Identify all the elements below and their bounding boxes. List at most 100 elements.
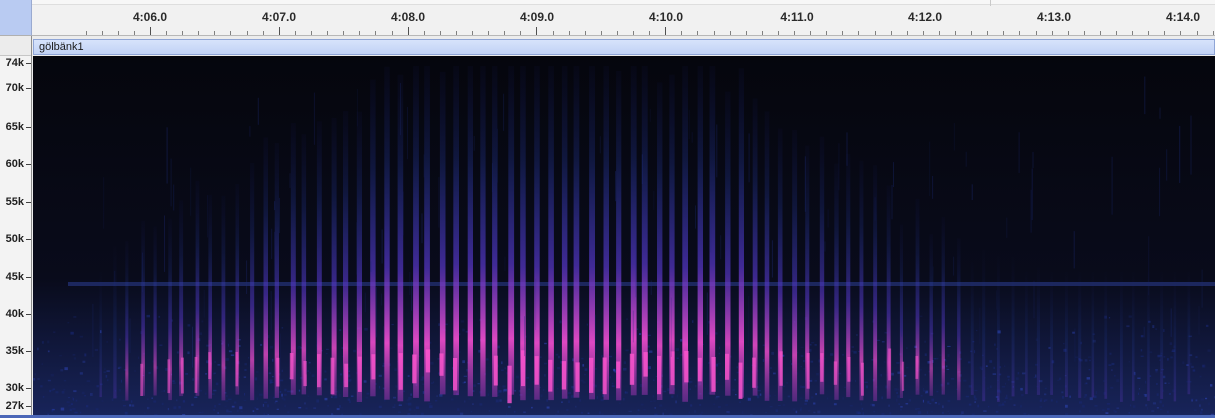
spectrogram-noise-speck xyxy=(1017,372,1020,375)
spectrogram-noise-speck xyxy=(281,369,283,373)
spectrogram-noise-speck xyxy=(1105,412,1109,414)
timeline-ruler[interactable]: 4:06.0 4:07.0 4:08.0 4:09.0 4:10.0 4:11.… xyxy=(32,0,1215,36)
spectrogram-noise-speck xyxy=(1162,375,1166,379)
spectrogram-noise-speck xyxy=(1156,407,1159,409)
spectrogram-noise-speck xyxy=(897,395,900,398)
spectrogram-noise-speck xyxy=(568,391,572,394)
spectrogram-noise-speck xyxy=(881,396,883,400)
spectrogram-noise-speck xyxy=(734,379,736,381)
spectrogram-noise-speck xyxy=(717,363,721,365)
spectrogram-noise-speck xyxy=(1151,410,1155,412)
spectrogram-noise-speck xyxy=(800,385,802,389)
spectrogram-noise-speck xyxy=(47,340,50,344)
ruler-minor-tick xyxy=(778,31,779,35)
spectrogram-noise-speck xyxy=(625,318,629,321)
spectrogram-noise-speck xyxy=(1155,328,1157,330)
spectrogram-faint-vertical-noise xyxy=(170,158,172,207)
spectrogram-faint-vertical-noise xyxy=(411,280,413,311)
spectrogram-view[interactable] xyxy=(33,56,1215,415)
spectrogram-noise-speck xyxy=(652,395,654,398)
timeline-tick-label-1: 4:06.0 xyxy=(132,10,168,24)
spectrogram-noise-speck xyxy=(217,411,219,414)
spectrogram-noise-speck xyxy=(333,396,335,399)
bat-call-trace xyxy=(1091,271,1095,398)
ruler-minor-tick xyxy=(118,31,119,35)
spectrogram-noise-speck xyxy=(406,399,410,402)
spectrogram-noise-speck xyxy=(664,409,667,411)
bat-call-peak xyxy=(711,357,716,392)
spectrogram-faint-vertical-noise xyxy=(305,334,307,375)
spectrogram-noise-speck xyxy=(172,380,175,382)
spectrogram-noise-speck xyxy=(502,385,506,388)
spectrogram-faint-vertical-noise xyxy=(846,132,848,166)
spectrogram-noise-speck xyxy=(1128,361,1130,363)
spectrogram-noise-speck xyxy=(715,381,718,383)
spectrogram-noise-speck xyxy=(1137,377,1141,379)
frequency-label-50k: 50k xyxy=(5,233,24,245)
spectrogram-noise-speck xyxy=(349,400,351,404)
spectrogram-noise-speck xyxy=(391,324,394,326)
spectrogram-faint-vertical-noise xyxy=(932,266,934,288)
bat-call-trace xyxy=(1160,271,1164,399)
ruler-major-tick xyxy=(150,27,151,35)
spectrogram-noise-speck xyxy=(814,344,817,346)
spectrogram-noise-speck xyxy=(543,389,545,391)
spectrogram-noise-speck xyxy=(1088,356,1092,358)
spectrogram-noise-speck xyxy=(1061,391,1064,394)
spectrogram-noise-speck xyxy=(826,397,829,400)
ruler-minor-tick xyxy=(1132,31,1133,35)
ruler-minor-tick xyxy=(569,31,570,35)
spectrogram-noise-speck xyxy=(33,378,36,381)
spectrogram-faint-vertical-noise xyxy=(891,184,893,220)
ruler-minor-tick xyxy=(230,31,231,35)
ruler-marker xyxy=(990,0,991,6)
spectrogram-noise-speck xyxy=(967,361,971,364)
spectrogram-noise-speck xyxy=(1114,411,1117,413)
spectrogram-noise-speck xyxy=(694,385,697,388)
spectrogram-noise-speck xyxy=(653,379,655,381)
spectrogram-noise-speck xyxy=(147,398,149,400)
spectrogram-noise-speck xyxy=(929,403,932,405)
spectrogram-faint-vertical-noise xyxy=(691,132,693,143)
spectrogram-noise-speck xyxy=(1065,404,1068,408)
bat-call-trace xyxy=(1036,267,1040,395)
spectrogram-faint-vertical-noise xyxy=(270,290,272,330)
spectrogram-noise-speck xyxy=(378,385,381,389)
bat-call-trace xyxy=(331,117,337,396)
spectrogram-noise-speck xyxy=(1126,325,1130,328)
track-corner-selector[interactable] xyxy=(0,0,32,36)
spectrogram-noise-speck xyxy=(1004,401,1006,403)
spectrogram-faint-vertical-noise xyxy=(1111,156,1113,215)
spectrogram-noise-speck xyxy=(680,338,683,342)
spectrogram-noise-speck xyxy=(1111,369,1113,372)
spectrogram-noise-speck xyxy=(458,333,461,336)
spectrogram-noise-speck xyxy=(1128,412,1131,414)
spectrogram-noise-speck xyxy=(769,406,773,408)
spectrogram-noise-speck xyxy=(287,411,290,414)
spectrogram-noise-speck xyxy=(272,358,274,362)
bat-call-peak xyxy=(915,356,919,379)
spectrogram-noise-speck xyxy=(497,394,500,397)
spectrogram-noise-speck xyxy=(297,346,301,350)
spectrogram-noise-speck xyxy=(194,396,198,398)
spectrogram-noise-speck xyxy=(922,399,924,403)
spectrogram-noise-speck xyxy=(50,373,54,377)
bat-call-peak xyxy=(779,351,783,386)
spectrogram-faint-vertical-noise xyxy=(407,106,408,160)
spectrogram-noise-speck xyxy=(613,368,615,372)
track-header[interactable]: gölbänk1 xyxy=(33,39,1215,55)
spectrogram-noise-speck xyxy=(580,379,584,382)
spectrogram-noise-speck xyxy=(771,351,775,355)
spectrogram-noise-speck xyxy=(254,407,256,409)
spectrogram-noise-speck xyxy=(353,349,357,353)
ruler-minor-tick xyxy=(504,31,505,35)
spectrogram-noise-speck xyxy=(429,405,433,408)
spectrogram-noise-speck xyxy=(1109,352,1112,355)
spectrogram-noise-speck xyxy=(272,376,274,378)
ruler-minor-tick xyxy=(440,31,441,35)
spectrogram-noise-speck xyxy=(463,375,467,377)
spectrogram-noise-speck xyxy=(800,407,802,410)
spectrogram-noise-speck xyxy=(1137,392,1139,395)
bat-call-trace xyxy=(263,137,268,399)
bat-call-peak xyxy=(861,362,864,396)
